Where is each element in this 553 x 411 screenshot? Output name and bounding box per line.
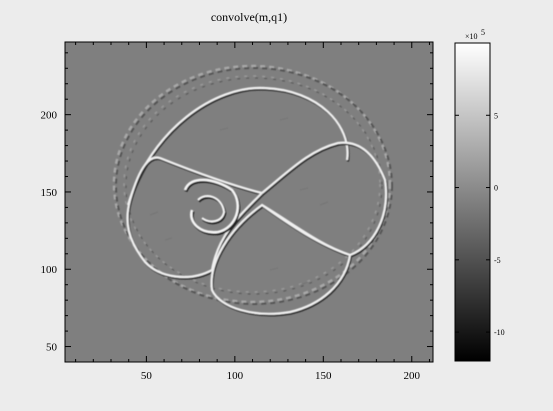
x-tick-label: 200 [404, 370, 421, 382]
x-tick-label: 150 [315, 370, 332, 382]
colorbar-tick-label: -10 [494, 328, 505, 337]
colorbar-tick-label: -5 [494, 256, 501, 265]
colorbar-tick-label: 0 [494, 184, 498, 193]
y-tick-label: 100 [41, 264, 58, 276]
colorbar-tick-label: 5 [494, 111, 498, 120]
y-tick-label: 150 [41, 187, 58, 199]
colorbar-exponent-power: 5 [481, 28, 485, 37]
y-tick-label: 200 [41, 110, 58, 122]
x-tick-label: 100 [227, 370, 244, 382]
x-tick-label: 50 [141, 370, 153, 382]
colorbar-exponent-label: ×10 [465, 32, 478, 41]
y-tick-label: 50 [46, 342, 58, 354]
colorbar [454, 42, 491, 362]
chart-svg: 50 100 150 200 50100150200 ×10 5 50-5-10 [41, 28, 505, 382]
